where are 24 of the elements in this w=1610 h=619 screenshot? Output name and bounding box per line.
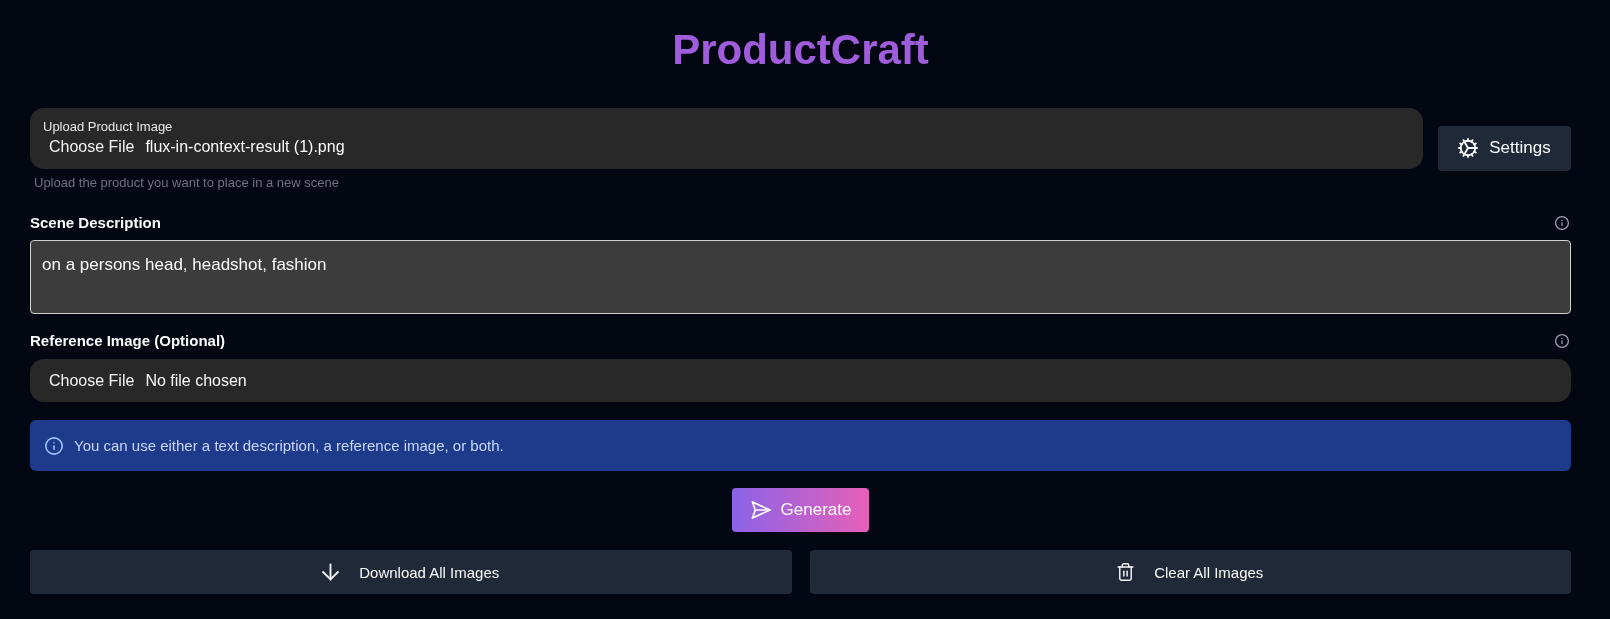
file-upload-field[interactable]: Upload Product Image Choose File flux-in-context-result (1).png: [30, 108, 1423, 169]
app-title: ProductCraft: [672, 25, 929, 75]
arrow-down-icon: [322, 563, 340, 581]
field-label: Scene Description: [30, 213, 161, 233]
clear-images-button[interactable]: Clear All Images: [809, 550, 1571, 594]
settings-button[interactable]: Settings: [1438, 125, 1571, 171]
choose-file-button[interactable]: Choose File: [49, 370, 135, 391]
generate-button[interactable]: Generate: [731, 488, 870, 532]
info-icon[interactable]: [1555, 216, 1569, 230]
field-label: Upload Product Image: [43, 119, 173, 135]
file-name-text: flux-in-context-result (1).png: [145, 137, 345, 157]
choose-file-button[interactable]: Choose File: [49, 137, 135, 157]
file-name-text: No file chosen: [145, 370, 247, 391]
info-message: You can use either a text description, a reference image, or both.: [74, 435, 504, 456]
gear-icon: [1458, 138, 1479, 158]
info-icon: [45, 436, 63, 455]
helper-text: Upload the product you want to place in a new scene: [34, 175, 339, 191]
info-icon[interactable]: [1555, 334, 1569, 348]
scene-description-field[interactable]: on a persons head, headshot, fashion: [30, 240, 1571, 314]
field-label: Reference Image (Optional): [30, 331, 226, 351]
send-icon: [750, 501, 771, 519]
file-upload-field[interactable]: Choose File No file chosen: [30, 359, 1571, 402]
download-images-button[interactable]: Download All Images: [30, 550, 792, 594]
trash-icon: [1117, 563, 1135, 581]
